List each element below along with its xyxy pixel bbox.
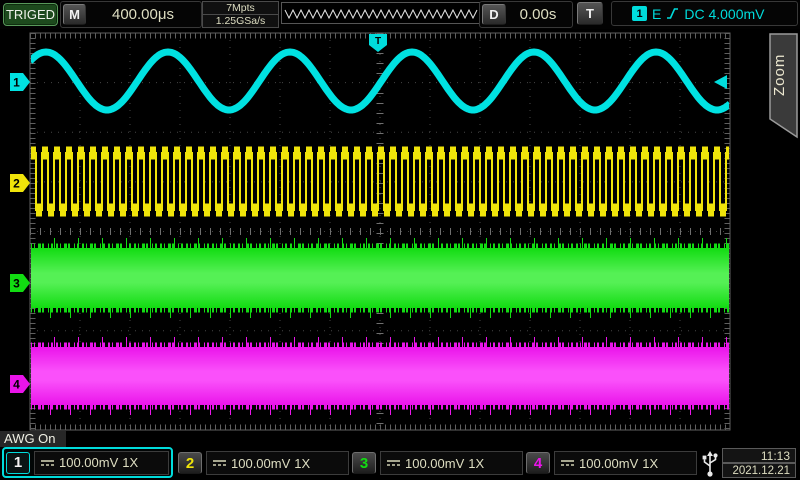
trigger-type-label: E [652, 6, 661, 22]
channel-1-probe: 1X [122, 455, 138, 470]
dc-coupling-icon [386, 458, 401, 468]
channel-4-settings[interactable]: 100.00mV 1X [554, 451, 697, 475]
waveform-preview-bar[interactable] [281, 2, 482, 24]
channel-3-scale: 100.00mV [405, 456, 464, 471]
trigger-source-badge: 1 [632, 6, 647, 21]
channel-3-marker-label: 3 [13, 277, 20, 291]
oscilloscope-screen: 1 2 3 4 T TRIGED M 400.00μs 7Mpts 1.25GSa/s … [0, 0, 800, 480]
clock-time: 11:13 [722, 448, 796, 463]
acquisition-info: 7Mpts 1.25GSa/s [202, 1, 279, 28]
dc-coupling-icon [212, 458, 227, 468]
channel-1-badge[interactable]: 1 [6, 452, 30, 474]
channel-4-badge[interactable]: 4 [526, 452, 550, 474]
awg-status: AWG On [0, 431, 66, 447]
trigger-info[interactable]: 1 E DC 4.000mV [611, 1, 798, 26]
usb-icon [700, 450, 720, 478]
delay-value: 0.00s [508, 2, 568, 27]
timebase-group: M 400.00μs [60, 1, 202, 28]
channel-2-badge[interactable]: 2 [178, 452, 202, 474]
dc-coupling-icon [560, 458, 575, 468]
channel-4-status[interactable]: 4 100.00mV 1X [526, 449, 697, 477]
dc-coupling-icon [40, 458, 55, 468]
zigzag-waveform-icon [282, 3, 481, 23]
rising-edge-icon [666, 7, 679, 20]
channel-3-settings[interactable]: 100.00mV 1X [380, 451, 523, 475]
channel-3-probe: 1X [468, 456, 484, 471]
channel-4-scale: 100.00mV [579, 456, 638, 471]
channel-2-settings[interactable]: 100.00mV 1X [206, 451, 349, 475]
channel-3-badge[interactable]: 3 [352, 452, 376, 474]
trigger-menu-button[interactable]: T [577, 2, 603, 25]
channel-2-scale: 100.00mV [231, 456, 290, 471]
sample-rate: 1.25GSa/s [202, 14, 279, 28]
channel-4-marker-label: 4 [13, 378, 20, 392]
channel-4-probe: 1X [642, 456, 658, 471]
trigger-status: TRIGED [3, 3, 58, 26]
top-status-bar: TRIGED M 400.00μs 7Mpts 1.25GSa/s D 0.00… [0, 0, 800, 29]
channel-1-scale: 100.00mV [59, 455, 118, 470]
clock-date: 2021.12.21 [722, 463, 796, 478]
trigger-level-arrow-icon[interactable] [714, 75, 727, 89]
memory-depth: 7Mpts [202, 1, 279, 15]
delay-group: D 0.00s [479, 1, 573, 28]
channel-3-status[interactable]: 3 100.00mV 1X [352, 449, 523, 477]
channel-2-status[interactable]: 2 100.00mV 1X [178, 449, 349, 477]
channel-2-marker-label: 2 [13, 177, 20, 191]
channel-1-settings[interactable]: 100.00mV 1X [34, 451, 169, 475]
timebase-button[interactable]: M [63, 4, 86, 25]
channel-1-marker-label: 1 [13, 76, 20, 90]
timebase-value: 400.00μs [87, 2, 199, 27]
zoom-tab[interactable]: Zoom [771, 42, 797, 108]
channel-2-probe: 1X [294, 456, 310, 471]
channel-1-status[interactable]: 1 100.00mV 1X [2, 447, 173, 478]
trigger-position-marker-label: T [375, 36, 381, 47]
waveform-display: 1 2 3 4 T [0, 0, 800, 480]
trigger-coupling-level: DC 4.000mV [684, 6, 764, 22]
delay-button[interactable]: D [482, 4, 506, 25]
